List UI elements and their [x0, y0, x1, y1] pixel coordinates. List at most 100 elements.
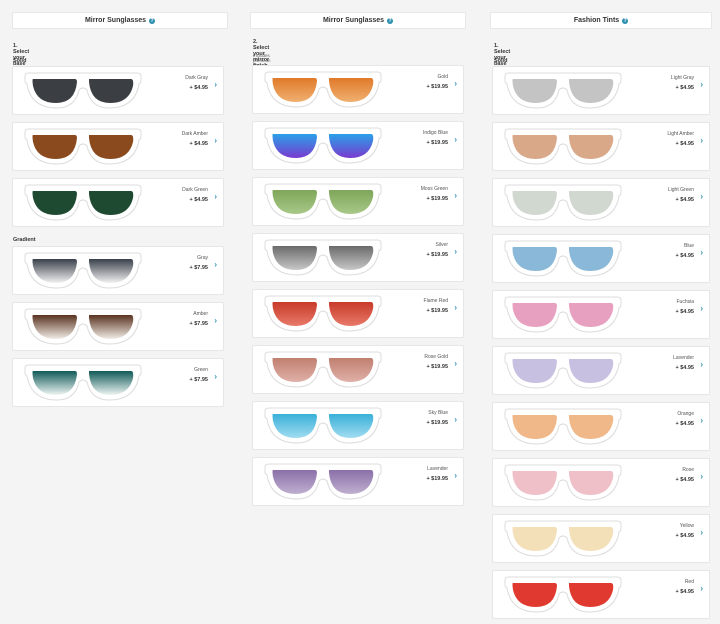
tint-option-card[interactable]: Rose Gold + $19.95 › [252, 345, 464, 394]
chevron-right-icon[interactable]: › [454, 191, 457, 200]
option-price: + $4.95 [675, 85, 694, 91]
sunglasses-icon [264, 463, 382, 500]
option-info: Orange + $4.95 [675, 411, 694, 427]
chevron-right-icon[interactable]: › [214, 136, 217, 145]
chevron-right-icon[interactable]: › [700, 192, 703, 201]
option-price: + $4.95 [675, 253, 694, 259]
tint-option-card[interactable]: Moss Green + $19.95 › [252, 177, 464, 226]
option-info: Indigo Blue + $19.95 [423, 130, 448, 146]
option-price: + $4.95 [675, 141, 694, 147]
option-name: Flame Red [423, 298, 448, 304]
tint-option-card[interactable]: Indigo Blue + $19.95 › [252, 121, 464, 170]
tint-option-card[interactable]: Fuchsia + $4.95 › [492, 290, 710, 339]
option-info: Blue + $4.95 [675, 243, 694, 259]
sunglasses-icon [504, 184, 622, 221]
tint-option-card[interactable]: Light Gray + $4.95 › [492, 66, 710, 115]
help-icon[interactable]: ? [149, 17, 156, 24]
sunglasses-icon [504, 408, 622, 445]
chevron-right-icon[interactable]: › [214, 80, 217, 89]
option-name: Lavender [673, 355, 694, 361]
option-info: Dark Gray + $4.95 [185, 75, 208, 91]
tint-option-card[interactable]: Yellow + $4.95 › [492, 514, 710, 563]
chevron-right-icon[interactable]: › [454, 415, 457, 424]
tint-option-card[interactable]: Gold + $19.95 › [252, 65, 464, 114]
option-price: + $4.95 [189, 141, 208, 147]
tint-option-card[interactable]: Dark Green + $4.95 › [12, 178, 224, 227]
option-price: + $19.95 [426, 420, 448, 426]
option-name: Dark Green [182, 187, 208, 193]
sunglasses-icon [504, 128, 622, 165]
chevron-right-icon[interactable]: › [214, 372, 217, 381]
option-price: + $19.95 [426, 308, 448, 314]
chevron-right-icon[interactable]: › [700, 248, 703, 257]
tint-option-card[interactable]: Orange + $4.95 › [492, 402, 710, 451]
chevron-right-icon[interactable]: › [700, 304, 703, 313]
tint-option-card[interactable]: Rose + $4.95 › [492, 458, 710, 507]
tint-option-card[interactable]: Light Green + $4.95 › [492, 178, 710, 227]
tint-option-card[interactable]: Dark Amber + $4.95 › [12, 122, 224, 171]
sunglasses-icon [24, 308, 142, 345]
option-price: + $19.95 [426, 196, 448, 202]
sunglasses-icon [24, 184, 142, 221]
tint-option-card[interactable]: Blue + $4.95 › [492, 234, 710, 283]
tint-option-card[interactable]: Lavender + $4.95 › [492, 346, 710, 395]
option-name: Green [194, 367, 208, 373]
option-info: Moss Green + $19.95 [421, 186, 448, 202]
chevron-right-icon[interactable]: › [214, 316, 217, 325]
option-price: + $19.95 [426, 364, 448, 370]
tint-option-card[interactable]: Silver + $19.95 › [252, 233, 464, 282]
tint-option-card[interactable]: Dark Gray + $4.95 › [12, 66, 224, 115]
option-price: + $19.95 [426, 476, 448, 482]
tint-option-card[interactable]: Red + $4.95 › [492, 570, 710, 619]
chevron-right-icon[interactable]: › [454, 79, 457, 88]
help-icon[interactable]: ? [387, 17, 394, 24]
chevron-right-icon[interactable]: › [454, 135, 457, 144]
chevron-right-icon[interactable]: › [700, 136, 703, 145]
sunglasses-icon [264, 183, 382, 220]
sunglasses-icon [24, 252, 142, 289]
sunglasses-icon [264, 295, 382, 332]
option-name: Rose [682, 467, 694, 473]
option-info: Lavender + $19.95 [426, 466, 448, 482]
column-header: Fashion Tints ? [490, 12, 712, 29]
option-info: Dark Amber + $4.95 [182, 131, 208, 147]
option-info: Silver + $19.95 [426, 242, 448, 258]
option-name: Indigo Blue [422, 130, 448, 136]
option-price: + $4.95 [189, 197, 208, 203]
chevron-right-icon[interactable]: › [214, 192, 217, 201]
sunglasses-icon [264, 407, 382, 444]
tint-option-card[interactable]: Sky Blue + $19.95 › [252, 401, 464, 450]
sunglasses-icon [264, 351, 382, 388]
chevron-right-icon[interactable]: › [454, 471, 457, 480]
option-info: Sky Blue + $19.95 [426, 410, 448, 426]
option-info: Light Green + $4.95 [668, 187, 694, 203]
tint-option-card[interactable]: Flame Red + $19.95 › [252, 289, 464, 338]
option-name: Dark Amber [181, 131, 208, 137]
help-icon[interactable]: ? [622, 17, 629, 24]
chevron-right-icon[interactable]: › [700, 80, 703, 89]
sunglasses-icon [504, 464, 622, 501]
chevron-right-icon[interactable]: › [700, 528, 703, 537]
chevron-right-icon[interactable]: › [454, 359, 457, 368]
sunglasses-icon [264, 127, 382, 164]
option-name: Light Gray [670, 75, 694, 81]
chevron-right-icon[interactable]: › [454, 247, 457, 256]
tint-option-card[interactable]: Lavender + $19.95 › [252, 457, 464, 506]
chevron-right-icon[interactable]: › [454, 303, 457, 312]
option-info: Rose Gold + $19.95 [424, 354, 448, 370]
chevron-right-icon[interactable]: › [700, 584, 703, 593]
tint-option-card[interactable]: Amber + $7.95 › [12, 302, 224, 351]
tint-option-card[interactable]: Gray + $7.95 › [12, 246, 224, 295]
group-label-gradient: Gradient [13, 237, 36, 243]
option-price: + $4.95 [675, 309, 694, 315]
chevron-right-icon[interactable]: › [700, 360, 703, 369]
option-info: Rose + $4.95 [675, 467, 694, 483]
column-header: Mirror Sunglasses ? [12, 12, 228, 29]
sunglasses-icon [24, 72, 142, 109]
chevron-right-icon[interactable]: › [700, 472, 703, 481]
tint-option-card[interactable]: Light Amber + $4.95 › [492, 122, 710, 171]
chevron-right-icon[interactable]: › [214, 260, 217, 269]
option-info: Dark Green + $4.95 [182, 187, 208, 203]
chevron-right-icon[interactable]: › [700, 416, 703, 425]
tint-option-card[interactable]: Green + $7.95 › [12, 358, 224, 407]
